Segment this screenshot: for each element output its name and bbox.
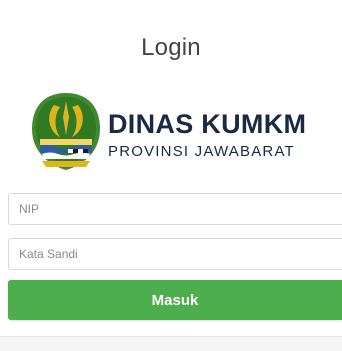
login-panel: Login DINAS KUMKM PROVINSI JAWABARAT Ma xyxy=(0,0,342,337)
page-title: Login xyxy=(141,34,201,61)
jawa-barat-emblem-logo xyxy=(32,93,100,170)
login-button[interactable]: Masuk xyxy=(8,280,342,320)
nip-input[interactable] xyxy=(8,193,342,225)
brand-name: DINAS KUMKM xyxy=(108,109,307,139)
brand-subtitle: PROVINSI JAWABARAT xyxy=(108,143,295,160)
password-input[interactable] xyxy=(8,238,342,270)
